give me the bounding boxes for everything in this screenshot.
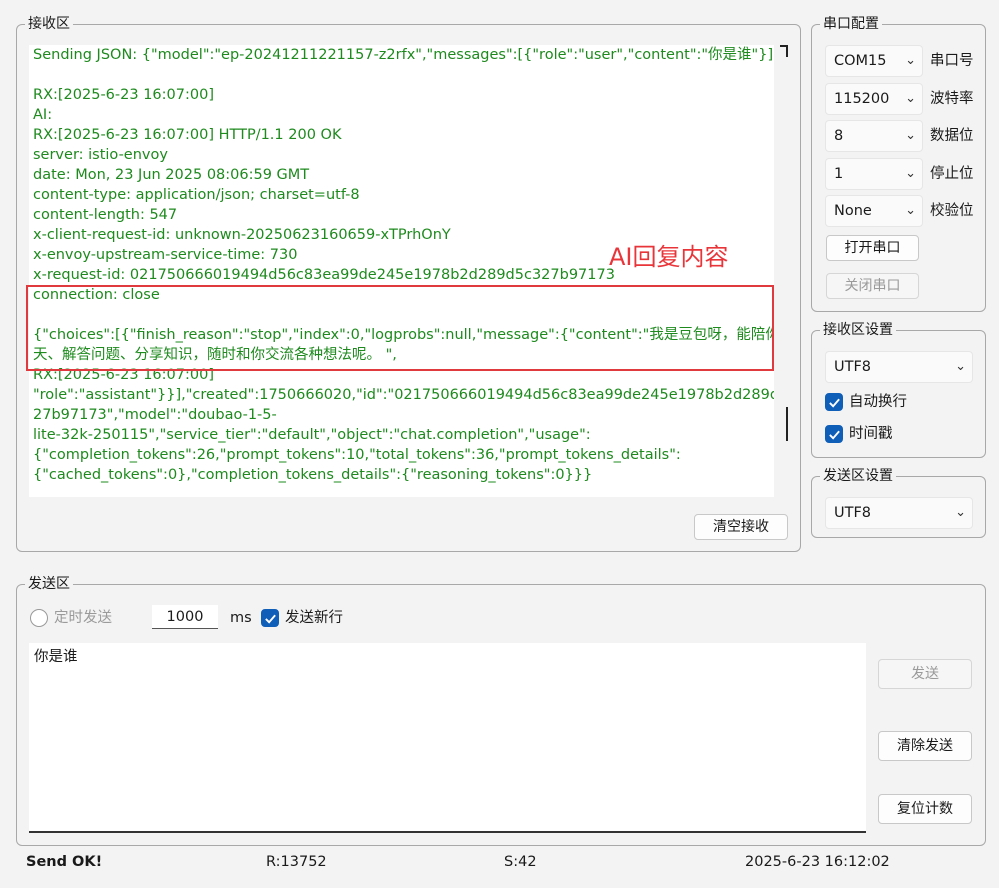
port-select[interactable]: COM15 ⌄: [825, 45, 923, 77]
clear-receive-button[interactable]: 清空接收: [694, 514, 788, 540]
chevron-down-icon: ⌄: [905, 166, 916, 181]
stopbits-select[interactable]: 1 ⌄: [825, 158, 923, 190]
databits-value: 8: [834, 128, 844, 144]
chevron-down-icon: ⌄: [955, 359, 966, 374]
send-encoding-select[interactable]: UTF8 ⌄: [825, 497, 973, 529]
interval-input[interactable]: 1000: [152, 605, 218, 629]
close-port-button[interactable]: 关闭串口: [826, 273, 919, 299]
stopbits-label: 停止位: [930, 166, 974, 182]
scroll-up-icon[interactable]: [780, 45, 788, 57]
receive-line: "role":"assistant"}}],"created":17506660…: [33, 387, 774, 403]
status-message: Send OK!: [26, 854, 103, 870]
baud-select[interactable]: 115200 ⌄: [825, 83, 923, 115]
auto-wrap-label: 自动换行: [849, 394, 907, 410]
receive-group-title: 接收区: [25, 15, 73, 33]
serial-config-title: 串口配置: [820, 15, 882, 33]
receive-line: content-length: 547: [33, 207, 178, 223]
interval-value: 1000: [166, 609, 204, 625]
chevron-down-icon: ⌄: [955, 505, 966, 520]
receive-line: x-request-id: 021750666019494d56c83ea99d…: [33, 267, 615, 283]
chevron-down-icon: ⌄: [905, 53, 916, 68]
scroll-thumb[interactable]: [786, 407, 788, 441]
annotation-box: [26, 285, 774, 371]
receive-encoding-select[interactable]: UTF8 ⌄: [825, 351, 973, 383]
receive-line: {"cached_tokens":0},"completion_tokens_d…: [33, 467, 593, 483]
chevron-down-icon: ⌄: [905, 203, 916, 218]
send-settings-group: 发送区设置 UTF8 ⌄: [811, 467, 986, 538]
tx-count: S:42: [504, 854, 537, 870]
timed-send-label: 定时发送: [54, 610, 112, 626]
serial-config-group: 串口配置 COM15 ⌄ 串口号 115200 ⌄ 波特率 8 ⌄ 数据位 1 ⌄ 停止…: [811, 15, 986, 312]
parity-select[interactable]: None ⌄: [825, 195, 923, 227]
databits-select[interactable]: 8 ⌄: [825, 120, 923, 152]
send-button[interactable]: 发送: [878, 659, 972, 689]
send-newline-label: 发送新行: [285, 610, 343, 626]
check-icon: [828, 430, 840, 440]
chevron-down-icon: ⌄: [905, 91, 916, 106]
receive-line: RX:[2025-6-23 16:07:00] HTTP/1.1 200 OK: [33, 127, 342, 143]
timed-send-checkbox[interactable]: [30, 609, 48, 627]
receive-scrollbar[interactable]: [777, 45, 791, 497]
stopbits-value: 1: [834, 166, 844, 182]
interval-unit: ms: [230, 610, 252, 626]
auto-wrap-checkbox[interactable]: [825, 393, 843, 411]
port-value: COM15: [834, 53, 887, 69]
timestamp-label: 时间戳: [849, 426, 893, 442]
send-group: 发送区 定时发送 1000 ms 发送新行 你是谁 发送 清除发送 复位计数: [16, 575, 986, 846]
send-text-input[interactable]: 你是谁: [29, 643, 866, 833]
receive-line: RX:[2025-6-23 16:07:00]: [33, 87, 214, 103]
receive-text-area[interactable]: Sending JSON: {"model":"ep-2024121122115…: [29, 45, 774, 497]
check-icon: [828, 398, 840, 408]
chevron-down-icon: ⌄: [905, 128, 916, 143]
receive-line: server: istio-envoy: [33, 147, 168, 163]
receive-line: {"completion_tokens":26,"prompt_tokens":…: [33, 447, 681, 463]
receive-settings-group: 接收区设置 UTF8 ⌄ 自动换行 时间戳: [811, 321, 986, 458]
receive-line: date: Mon, 23 Jun 2025 08:06:59 GMT: [33, 167, 310, 183]
send-text: 你是谁: [34, 649, 78, 665]
baud-value: 115200: [834, 91, 890, 107]
parity-label: 校验位: [930, 203, 974, 219]
receive-line: 27b97173","model":"doubao-1-5-: [33, 407, 277, 423]
annotation-label: AI回复内容: [609, 243, 729, 271]
receive-settings-title: 接收区设置: [820, 321, 896, 339]
status-time: 2025-6-23 16:12:02: [745, 854, 890, 870]
receive-encoding-value: UTF8: [834, 359, 872, 375]
send-group-title: 发送区: [25, 575, 73, 593]
send-encoding-value: UTF8: [834, 505, 872, 521]
clear-send-button[interactable]: 清除发送: [878, 731, 972, 761]
baud-label: 波特率: [930, 91, 974, 107]
timestamp-checkbox[interactable]: [825, 425, 843, 443]
receive-line: content-type: application/json; charset=…: [33, 187, 360, 203]
databits-label: 数据位: [930, 128, 974, 144]
send-settings-title: 发送区设置: [820, 467, 896, 485]
receive-line: lite-32k-250115","service_tier":"default…: [33, 427, 591, 443]
parity-value: None: [834, 203, 872, 219]
port-label: 串口号: [930, 53, 974, 69]
receive-line: AI:: [33, 107, 53, 123]
check-icon: [264, 614, 276, 624]
receive-line: x-client-request-id: unknown-20250623160…: [33, 227, 451, 243]
open-port-button[interactable]: 打开串口: [826, 235, 919, 261]
send-newline-checkbox[interactable]: [261, 609, 279, 627]
rx-count: R:13752: [266, 854, 327, 870]
receive-line: x-envoy-upstream-service-time: 730: [33, 247, 298, 263]
reset-count-button[interactable]: 复位计数: [878, 794, 972, 824]
receive-line: Sending JSON: {"model":"ep-2024121122115…: [33, 47, 774, 63]
